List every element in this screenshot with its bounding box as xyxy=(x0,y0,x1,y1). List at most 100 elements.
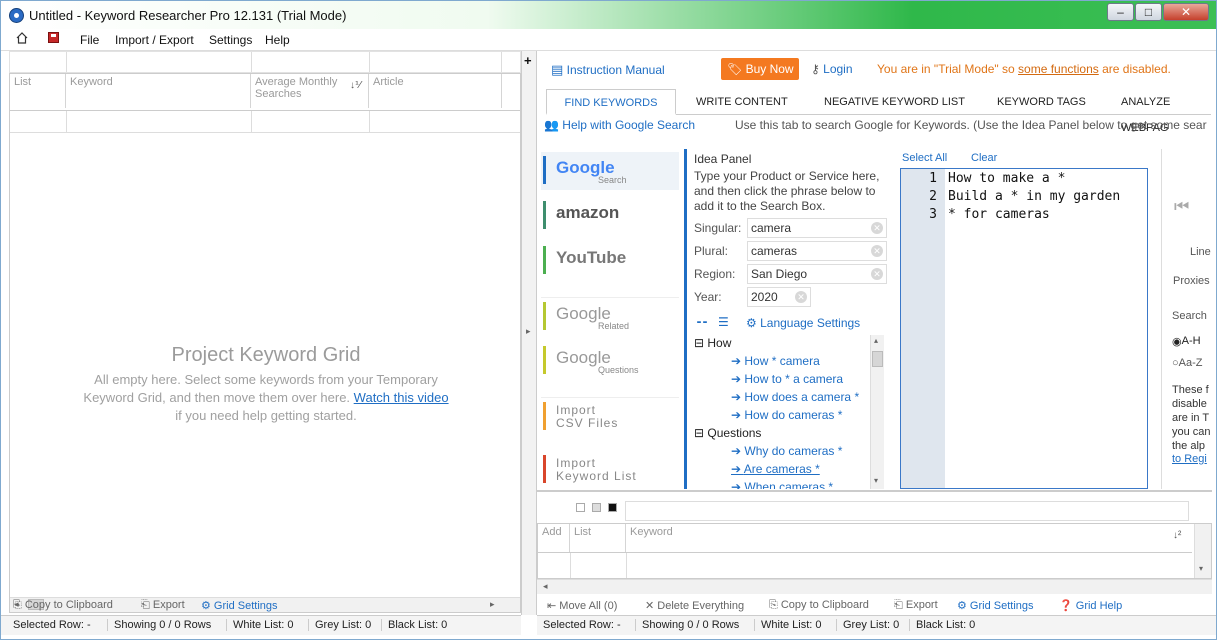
col-header-list[interactable]: List xyxy=(10,74,66,108)
expand-icon[interactable]: ▸ xyxy=(526,326,531,337)
tree-node-how[interactable]: ⊟ How xyxy=(694,336,731,350)
right-horizontal-scrollbar[interactable]: ◂ xyxy=(537,579,1212,594)
register-link[interactable]: to Regi xyxy=(1172,453,1207,465)
save-icon[interactable] xyxy=(48,32,59,43)
temp-grid-scrollbar[interactable]: ▾ xyxy=(1194,524,1211,578)
tab-find-keywords[interactable]: FIND KEYWORDS xyxy=(546,89,676,115)
tree-leaf[interactable]: ➔ How * camera xyxy=(731,354,820,368)
plural-input[interactable]: cameras ✕ xyxy=(747,241,887,261)
menu-settings[interactable]: Settings xyxy=(209,33,252,47)
grid-help-button[interactable]: ❓ Grid Help xyxy=(1059,599,1122,612)
source-import-keyword-list[interactable]: Import Keyword List xyxy=(541,451,679,489)
option-aa-z[interactable]: ○ Aa-Z xyxy=(1172,357,1203,369)
clear-link[interactable]: Clear xyxy=(971,152,997,164)
help-google-search-link[interactable]: 👥 Help with Google Search xyxy=(544,118,695,132)
search-order-label: Search xyxy=(1172,310,1207,322)
keyword-filter-input[interactable] xyxy=(66,52,251,72)
editor-line[interactable]: * for cameras xyxy=(948,207,1050,222)
sort-az-icon[interactable]: ↓² xyxy=(1173,530,1181,541)
tree-leaf[interactable]: ➔ How do cameras * xyxy=(731,408,842,422)
scroll-down-icon[interactable]: ▾ xyxy=(874,476,878,485)
collapse-all-icon[interactable]: ⁃⁃ xyxy=(696,315,708,329)
menu-help[interactable]: Help xyxy=(265,33,290,47)
close-button[interactable]: ✕ xyxy=(1163,3,1209,21)
sort-desc-icon[interactable]: ↓⅟ xyxy=(350,80,361,91)
temp-keyword-grid: Add List Keyword ↓² ▾ xyxy=(537,523,1212,579)
source-list: Google Search amazon YouTube Google Rela… xyxy=(541,149,683,489)
expand-all-icon[interactable]: ☰ xyxy=(718,315,729,329)
select-all-link[interactable]: Select All xyxy=(902,152,947,164)
tree-leaf[interactable]: ➔ How does a camera * xyxy=(731,390,859,404)
source-amazon[interactable]: amazon xyxy=(541,197,679,235)
login-button[interactable]: ⚷ Login xyxy=(811,62,853,76)
empty-row xyxy=(10,110,520,133)
grey-list-square-icon[interactable] xyxy=(592,503,601,512)
menu-file[interactable]: File xyxy=(80,33,99,47)
option-a-h[interactable]: ◉ A-H xyxy=(1172,335,1201,348)
export-button[interactable]: ⎗ Export xyxy=(894,599,938,612)
tab-keyword-tags[interactable]: KEYWORD TAGS xyxy=(987,89,1096,115)
tab-write-content[interactable]: WRITE CONTENT xyxy=(686,89,798,115)
delete-everything-button[interactable]: ✕ Delete Everything xyxy=(645,599,744,612)
add-icon[interactable]: + xyxy=(524,53,532,68)
move-all-button[interactable]: ⇤ Move All (0) xyxy=(547,599,617,612)
editor-line[interactable]: How to make a * xyxy=(948,171,1065,186)
editor-line[interactable]: Build a * in my garden xyxy=(948,189,1120,204)
source-import-csv[interactable]: Import CSV Files xyxy=(541,397,679,435)
language-settings-link[interactable]: ⚙ Language Settings xyxy=(746,316,860,330)
tab-description: Use this tab to search Google for Keywor… xyxy=(735,118,1207,132)
article-filter-input[interactable] xyxy=(369,52,502,72)
watch-video-link[interactable]: Watch this video xyxy=(354,390,449,405)
scroll-thumb[interactable] xyxy=(872,351,883,367)
clear-icon[interactable]: ✕ xyxy=(795,291,807,303)
grid-settings-button[interactable]: ⚙ Grid Settings xyxy=(957,599,1034,612)
tab-analyze-webpage[interactable]: ANALYZE WEBPAG xyxy=(1111,89,1211,134)
minimize-button[interactable]: – xyxy=(1107,3,1134,21)
copy-clipboard-button[interactable]: ⎘ Copy to Clipboard xyxy=(769,599,869,612)
col-header-keyword[interactable]: Keyword xyxy=(66,74,251,108)
idea-tree-scrollbar[interactable]: ▴ ▾ xyxy=(870,335,884,489)
horizontal-splitter[interactable] xyxy=(537,490,1212,492)
col-header-add[interactable]: Add xyxy=(538,524,570,552)
home-icon[interactable] xyxy=(16,32,28,44)
buy-now-button[interactable]: 🏷 Buy Now xyxy=(721,58,799,80)
some-functions-link[interactable]: some functions xyxy=(1018,62,1099,76)
clear-icon[interactable]: ✕ xyxy=(871,268,883,280)
panel-splitter[interactable]: + ▸ xyxy=(521,51,537,615)
source-youtube[interactable]: YouTube xyxy=(541,242,679,280)
instruction-manual-link[interactable]: ▤ Instruction Manual xyxy=(551,62,665,78)
maximize-button[interactable]: □ xyxy=(1135,3,1162,21)
scroll-left-icon[interactable]: ◂ xyxy=(543,581,548,592)
copy-clipboard-button[interactable]: ⎘ Copy to Clipboard xyxy=(13,599,113,612)
region-label: Region: xyxy=(694,267,736,281)
white-list-square-icon[interactable] xyxy=(576,503,585,512)
grid-settings-button[interactable]: ⚙ Grid Settings xyxy=(201,599,278,612)
search-box-editor[interactable]: 1 2 3 How to make a * Build a * in my ga… xyxy=(900,168,1148,489)
region-input[interactable]: San Diego ✕ xyxy=(747,264,887,284)
tab-negative-keyword-list[interactable]: NEGATIVE KEYWORD LIST xyxy=(814,89,975,115)
col-header-keyword[interactable]: Keyword xyxy=(626,524,1191,552)
export-button[interactable]: ⎗ Export xyxy=(141,599,185,612)
singular-input[interactable]: camera ✕ xyxy=(747,218,887,238)
searches-filter-input[interactable] xyxy=(251,52,369,72)
scroll-down-icon[interactable]: ▾ xyxy=(1199,564,1203,573)
clear-icon[interactable]: ✕ xyxy=(871,245,883,257)
menu-import-export[interactable]: Import / Export xyxy=(115,33,194,47)
tree-leaf[interactable]: ➔ How to * a camera xyxy=(731,372,843,386)
tree-node-questions[interactable]: ⊟ Questions xyxy=(694,426,761,440)
scroll-up-icon[interactable]: ▴ xyxy=(874,336,878,345)
col-header-list[interactable]: List xyxy=(570,524,626,552)
first-page-icon[interactable]: ⏮ xyxy=(1174,197,1189,217)
source-google-search[interactable]: Google Search xyxy=(541,152,679,190)
temp-keyword-filter-input[interactable] xyxy=(625,501,1189,521)
black-list-square-icon[interactable] xyxy=(608,503,617,512)
col-header-article[interactable]: Article xyxy=(369,74,502,108)
year-input[interactable]: 2020 ✕ xyxy=(747,287,811,307)
source-google-related[interactable]: Google Related xyxy=(541,297,679,335)
tree-leaf[interactable]: ➔ When cameras * xyxy=(731,480,833,489)
tree-leaf[interactable]: ➔ Why do cameras * xyxy=(731,444,842,458)
status-selected-row: Selected Row: - xyxy=(13,619,91,631)
tree-leaf[interactable]: ➔ Are cameras * xyxy=(731,462,820,476)
clear-icon[interactable]: ✕ xyxy=(871,222,883,234)
source-google-questions[interactable]: Google Questions xyxy=(541,342,679,380)
